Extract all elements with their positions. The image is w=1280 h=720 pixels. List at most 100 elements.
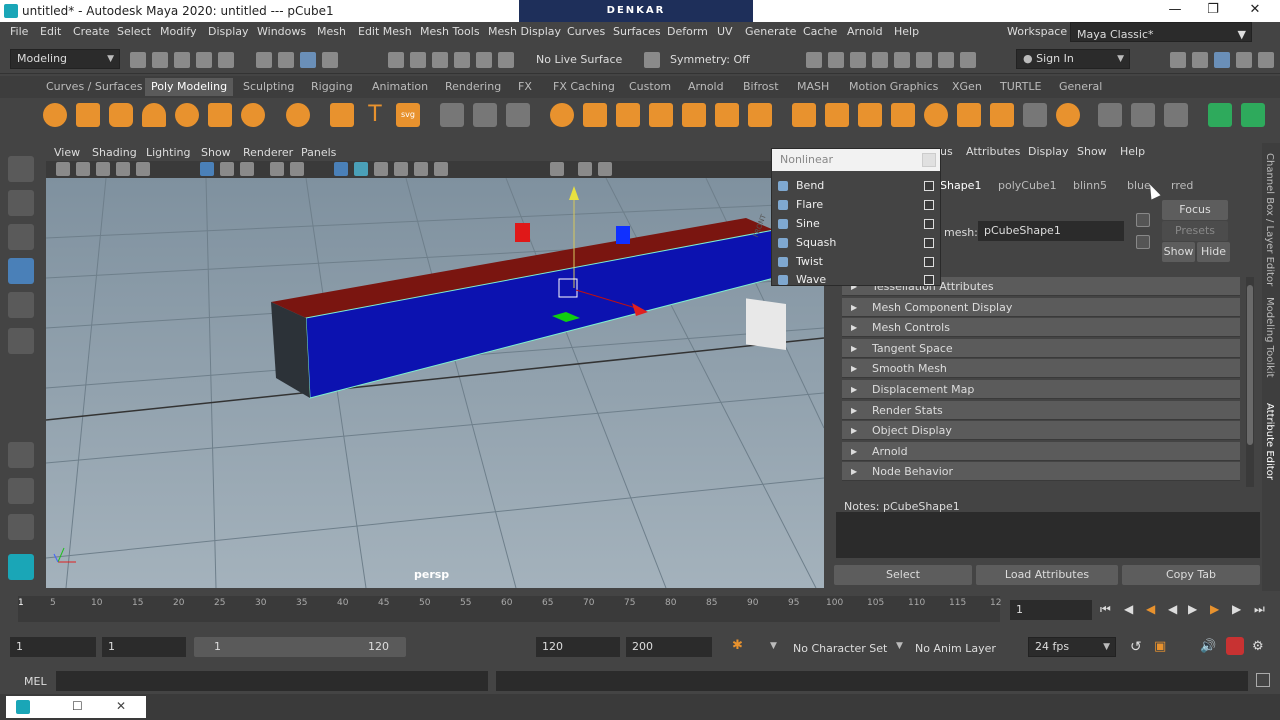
- ae-section-render-stats[interactable]: Render Stats: [842, 401, 1240, 420]
- channel-box-icon[interactable]: [1258, 52, 1274, 68]
- cache-playback-icon[interactable]: ▣: [1154, 639, 1166, 654]
- symmetry-dropdown[interactable]: Symmetry: Off: [670, 53, 750, 66]
- new-scene-icon[interactable]: [130, 52, 146, 68]
- ipr-render-icon[interactable]: [828, 52, 844, 68]
- shelf-tab-animation[interactable]: Animation: [372, 80, 428, 93]
- snap-view-plane-icon[interactable]: [454, 52, 470, 68]
- snap-curve-icon[interactable]: [410, 52, 426, 68]
- single-perspective-view-icon[interactable]: [8, 442, 34, 468]
- shelf-tab-fx[interactable]: FX: [518, 80, 532, 93]
- poly-cube-icon[interactable]: [76, 103, 100, 127]
- menu-display[interactable]: Display: [208, 25, 249, 38]
- svg-icon[interactable]: svg: [396, 103, 420, 127]
- go-to-end-icon[interactable]: ⏭: [1254, 602, 1265, 617]
- separate-icon[interactable]: [473, 103, 497, 127]
- viewport-menu-renderer[interactable]: Renderer: [243, 146, 293, 159]
- menu-edit-mesh[interactable]: Edit Mesh: [358, 25, 412, 38]
- current-frame-field[interactable]: 1: [1010, 600, 1092, 620]
- copy-tab-icon[interactable]: [1136, 213, 1150, 227]
- bridge-icon[interactable]: [616, 103, 640, 127]
- lasso-tool-icon[interactable]: [8, 190, 34, 216]
- anim-layer-dropdown[interactable]: No Anim Layer: [915, 642, 996, 655]
- flare-options-box[interactable]: [924, 200, 934, 210]
- shelf-tab-curves-surfaces[interactable]: Curves / Surfaces: [46, 80, 143, 93]
- unfold-uv-icon[interactable]: [1164, 103, 1188, 127]
- shelf-tab-turtle[interactable]: TURTLE: [1000, 80, 1041, 93]
- platonic-solid-icon[interactable]: [286, 103, 310, 127]
- shelf-tab-fx-caching[interactable]: FX Caching: [553, 80, 615, 93]
- poly-sphere-icon[interactable]: [43, 103, 67, 127]
- render-view-icon[interactable]: [894, 52, 910, 68]
- wireframe-on-shaded-icon[interactable]: [354, 162, 368, 176]
- menu-modify[interactable]: Modify: [160, 25, 196, 38]
- quad-draw-icon[interactable]: [1056, 103, 1080, 127]
- menu-set-dropdown[interactable]: Modeling ▼: [10, 49, 120, 69]
- use-default-material-icon[interactable]: [374, 162, 388, 176]
- smooth-shade-icon[interactable]: [220, 162, 234, 176]
- shelf-tab-bifrost[interactable]: Bifrost: [743, 80, 779, 93]
- sound-icon[interactable]: 🔊: [1200, 639, 1216, 654]
- ae-section-tangent-space[interactable]: Tangent Space: [842, 339, 1240, 358]
- perspective-viewport[interactable]: FRONT persp: [46, 178, 824, 588]
- ae-section-object-display[interactable]: Object Display: [842, 421, 1240, 440]
- move-manipulator-red-icon[interactable]: [515, 223, 530, 242]
- ae-menu-show[interactable]: Show: [1077, 145, 1107, 158]
- go-to-output-icon[interactable]: [1136, 235, 1150, 249]
- nonlinear-item-flare[interactable]: Flare: [796, 198, 823, 211]
- isolate-select-icon[interactable]: [550, 162, 564, 176]
- menu-windows[interactable]: Windows: [257, 25, 306, 38]
- command-input[interactable]: [56, 671, 488, 691]
- menu-uv[interactable]: UV: [717, 25, 733, 38]
- live-surface-label[interactable]: No Live Surface: [536, 53, 622, 66]
- minimized-window[interactable]: ☐ ✕: [6, 696, 146, 718]
- pause-icon[interactable]: [960, 52, 976, 68]
- isolate-select-toggle-icon[interactable]: [578, 162, 592, 176]
- playback-start-field[interactable]: 1: [102, 637, 186, 657]
- step-forward-icon[interactable]: ▶: [1232, 602, 1241, 616]
- viewport-menu-panels[interactable]: Panels: [301, 146, 336, 159]
- notes-textarea[interactable]: [836, 512, 1260, 558]
- nonlinear-item-wave[interactable]: Wave: [796, 273, 826, 286]
- viewport-menu-lighting[interactable]: Lighting: [146, 146, 190, 159]
- select-tool-icon[interactable]: [8, 156, 34, 182]
- shelf-tab-rigging[interactable]: Rigging: [311, 80, 353, 93]
- nonlinear-item-twist[interactable]: Twist: [796, 255, 823, 268]
- maya-window-icon[interactable]: [16, 700, 30, 714]
- ae-section-node-behavior[interactable]: Node Behavior: [842, 462, 1240, 481]
- menu-create[interactable]: Create: [73, 25, 110, 38]
- camera-attributes-icon[interactable]: [76, 162, 90, 176]
- redo-icon[interactable]: [218, 52, 234, 68]
- hide-button[interactable]: Hide: [1197, 242, 1230, 262]
- fill-hole-icon[interactable]: [715, 103, 739, 127]
- auto-key-icon[interactable]: ✱: [732, 638, 743, 653]
- poly-torus-icon[interactable]: [175, 103, 199, 127]
- focus-button[interactable]: Focus: [1162, 200, 1228, 220]
- move-manipulator-blue-icon[interactable]: [616, 226, 630, 244]
- four-view-icon[interactable]: [8, 478, 34, 504]
- two-view-icon[interactable]: [8, 514, 34, 540]
- ae-tab-rred[interactable]: rred: [1171, 179, 1193, 192]
- anim-layer-arrow-icon[interactable]: ▼: [896, 641, 903, 651]
- soft-select-icon[interactable]: [1023, 103, 1047, 127]
- poly-cylinder-icon[interactable]: [109, 103, 133, 127]
- presets-button[interactable]: Presets: [1162, 221, 1228, 241]
- ae-menu-help[interactable]: Help: [1120, 145, 1145, 158]
- boolean-icon[interactable]: [550, 103, 574, 127]
- attribute-editor-icon[interactable]: [1214, 52, 1230, 68]
- super-shape-icon[interactable]: [330, 103, 354, 127]
- ae-menu-attributes[interactable]: Attributes: [966, 145, 1020, 158]
- bend-options-box[interactable]: [924, 181, 934, 191]
- close-window-icon[interactable]: ✕: [116, 699, 126, 713]
- menu-arnold[interactable]: Arnold: [847, 25, 883, 38]
- scale-tool-icon[interactable]: [8, 328, 34, 354]
- insert-edge-loop-icon[interactable]: [825, 103, 849, 127]
- restore-icon[interactable]: ☐: [72, 699, 83, 713]
- menu-help[interactable]: Help: [894, 25, 919, 38]
- close-button[interactable]: ✕: [1240, 2, 1270, 20]
- lock-selection-icon[interactable]: [322, 52, 338, 68]
- twist-options-box[interactable]: [924, 257, 934, 267]
- shelf-tab-custom[interactable]: Custom: [629, 80, 671, 93]
- lights-icon[interactable]: [414, 162, 428, 176]
- side-tab-modeling-toolkit[interactable]: Modeling Toolkit: [1264, 297, 1275, 378]
- sine-options-box[interactable]: [924, 219, 934, 229]
